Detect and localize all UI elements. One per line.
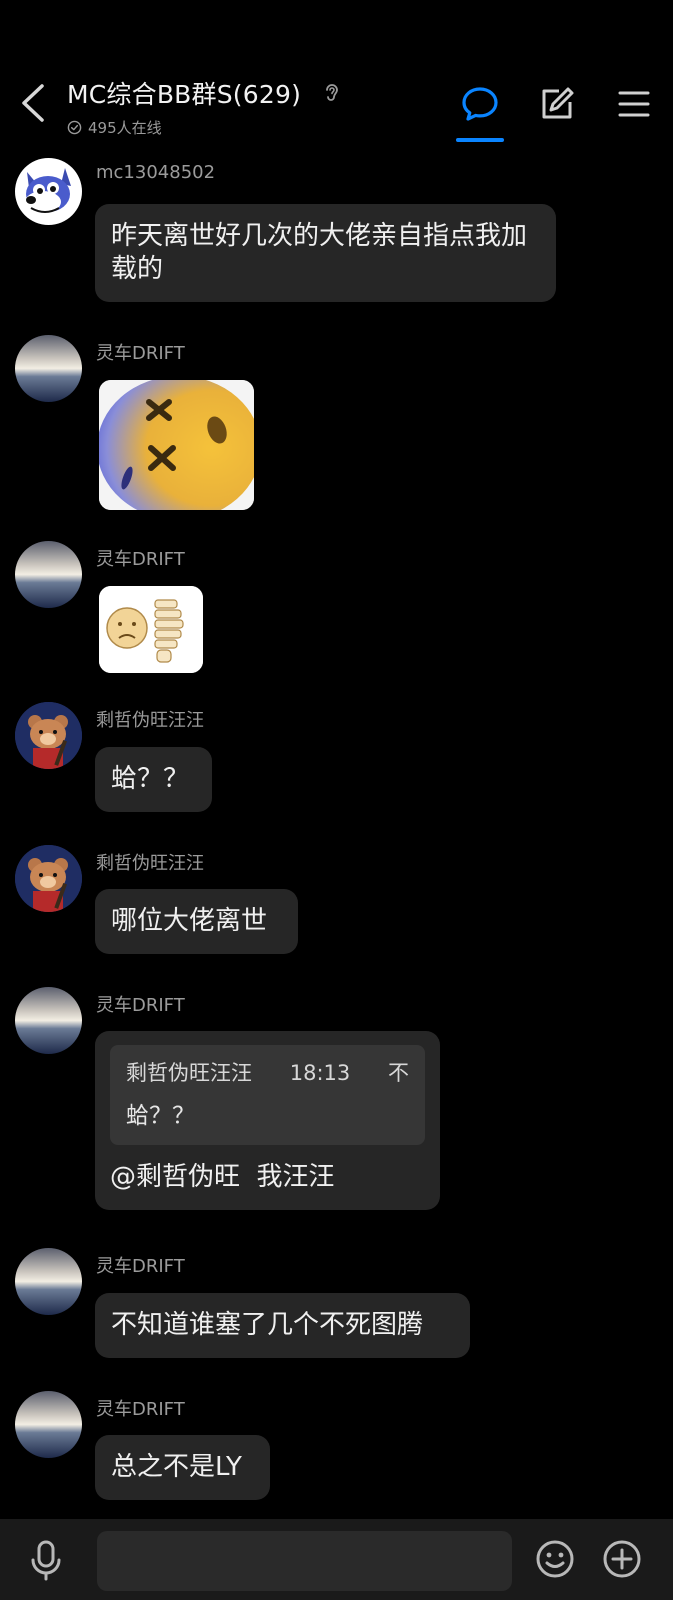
avatar[interactable] bbox=[15, 541, 82, 608]
edit-icon[interactable] bbox=[537, 84, 577, 124]
chat-bubble-icon[interactable] bbox=[460, 84, 500, 124]
microphone-icon[interactable] bbox=[28, 1539, 64, 1581]
group-title: MC综合BB群S(629) bbox=[67, 75, 343, 111]
message-bubble[interactable]: 总之不是LY bbox=[95, 1435, 270, 1500]
bear-avatar-icon bbox=[15, 702, 82, 769]
quote-time: 18:13 bbox=[289, 1061, 351, 1085]
avatar[interactable] bbox=[15, 1248, 82, 1315]
sender-name[interactable]: 灵车DRIFT bbox=[96, 339, 185, 365]
reply-text: @剩哲伪旺 我汪汪 bbox=[110, 1162, 335, 1192]
bear-avatar-icon bbox=[15, 845, 82, 912]
message-input[interactable] bbox=[97, 1531, 512, 1591]
dead-face-emoji-sticker-icon bbox=[99, 380, 254, 510]
active-tab-indicator bbox=[456, 138, 504, 142]
sender-name[interactable]: 灵车DRIFT bbox=[96, 545, 185, 571]
sender-name[interactable]: 灵车DRIFT bbox=[96, 1395, 185, 1421]
sunset-sky-avatar-icon bbox=[15, 987, 82, 1054]
ear-icon[interactable] bbox=[319, 81, 343, 105]
sticker-image[interactable] bbox=[99, 380, 254, 510]
chat-title-area[interactable]: MC综合BB群S(629) 495人在线 bbox=[67, 75, 343, 138]
avatar[interactable] bbox=[15, 702, 82, 769]
avatar[interactable] bbox=[15, 158, 82, 225]
sender-name[interactable]: 灵车DRIFT bbox=[96, 1252, 185, 1278]
avatar[interactable] bbox=[15, 335, 82, 402]
check-circle-icon bbox=[67, 120, 82, 135]
sender-name[interactable]: 剩哲伪旺汪汪 bbox=[96, 849, 204, 875]
group-name: MC综合BB群S(629) bbox=[67, 80, 302, 109]
quote-header: 剩哲伪旺汪汪 18:13 不 bbox=[126, 1057, 409, 1090]
message-bubble[interactable]: 不知道谁塞了几个不死图腾 bbox=[95, 1293, 470, 1358]
cartoon-wolf-avatar-icon bbox=[15, 158, 82, 225]
sunset-sky-avatar-icon bbox=[15, 1248, 82, 1315]
quoted-message[interactable]: 剩哲伪旺汪汪 18:13 不 蛤？？ bbox=[110, 1045, 425, 1145]
back-arrow-icon[interactable] bbox=[18, 82, 48, 124]
message-bubble[interactable]: 昨天离世好几次的大佬亲自指点我加载的 bbox=[95, 204, 556, 302]
avatar[interactable] bbox=[15, 987, 82, 1054]
sender-name[interactable]: 剩哲伪旺汪汪 bbox=[96, 706, 204, 732]
avatar[interactable] bbox=[15, 845, 82, 912]
sender-name[interactable]: mc13048502 bbox=[96, 162, 215, 183]
avatar[interactable] bbox=[15, 1391, 82, 1458]
sender-name[interactable]: 灵车DRIFT bbox=[96, 991, 185, 1017]
quote-author: 剩哲伪旺汪汪 bbox=[126, 1061, 252, 1085]
add-icon[interactable] bbox=[602, 1539, 642, 1579]
sunset-sky-avatar-icon bbox=[15, 1391, 82, 1458]
sunset-sky-avatar-icon bbox=[15, 541, 82, 608]
online-count-text: 495人在线 bbox=[88, 119, 162, 137]
reply-bubble[interactable]: 剩哲伪旺汪汪 18:13 不 蛤？？ @剩哲伪旺 我汪汪 bbox=[95, 1031, 440, 1210]
menu-icon[interactable] bbox=[614, 84, 654, 124]
skeleton-face-sticker-icon bbox=[99, 586, 203, 673]
quote-tail: 不 bbox=[388, 1061, 409, 1085]
chat-header: MC综合BB群S(629) 495人在线 bbox=[0, 0, 673, 145]
quote-text: 蛤？？ bbox=[126, 1103, 195, 1129]
sticker-image[interactable] bbox=[99, 586, 203, 673]
emoji-icon[interactable] bbox=[535, 1539, 575, 1579]
sunset-sky-avatar-icon bbox=[15, 335, 82, 402]
online-count: 495人在线 bbox=[67, 117, 343, 138]
message-bubble[interactable]: 哪位大佬离世 bbox=[95, 889, 298, 954]
message-bubble[interactable]: 蛤？？ bbox=[95, 747, 212, 812]
input-bar bbox=[0, 1519, 673, 1600]
